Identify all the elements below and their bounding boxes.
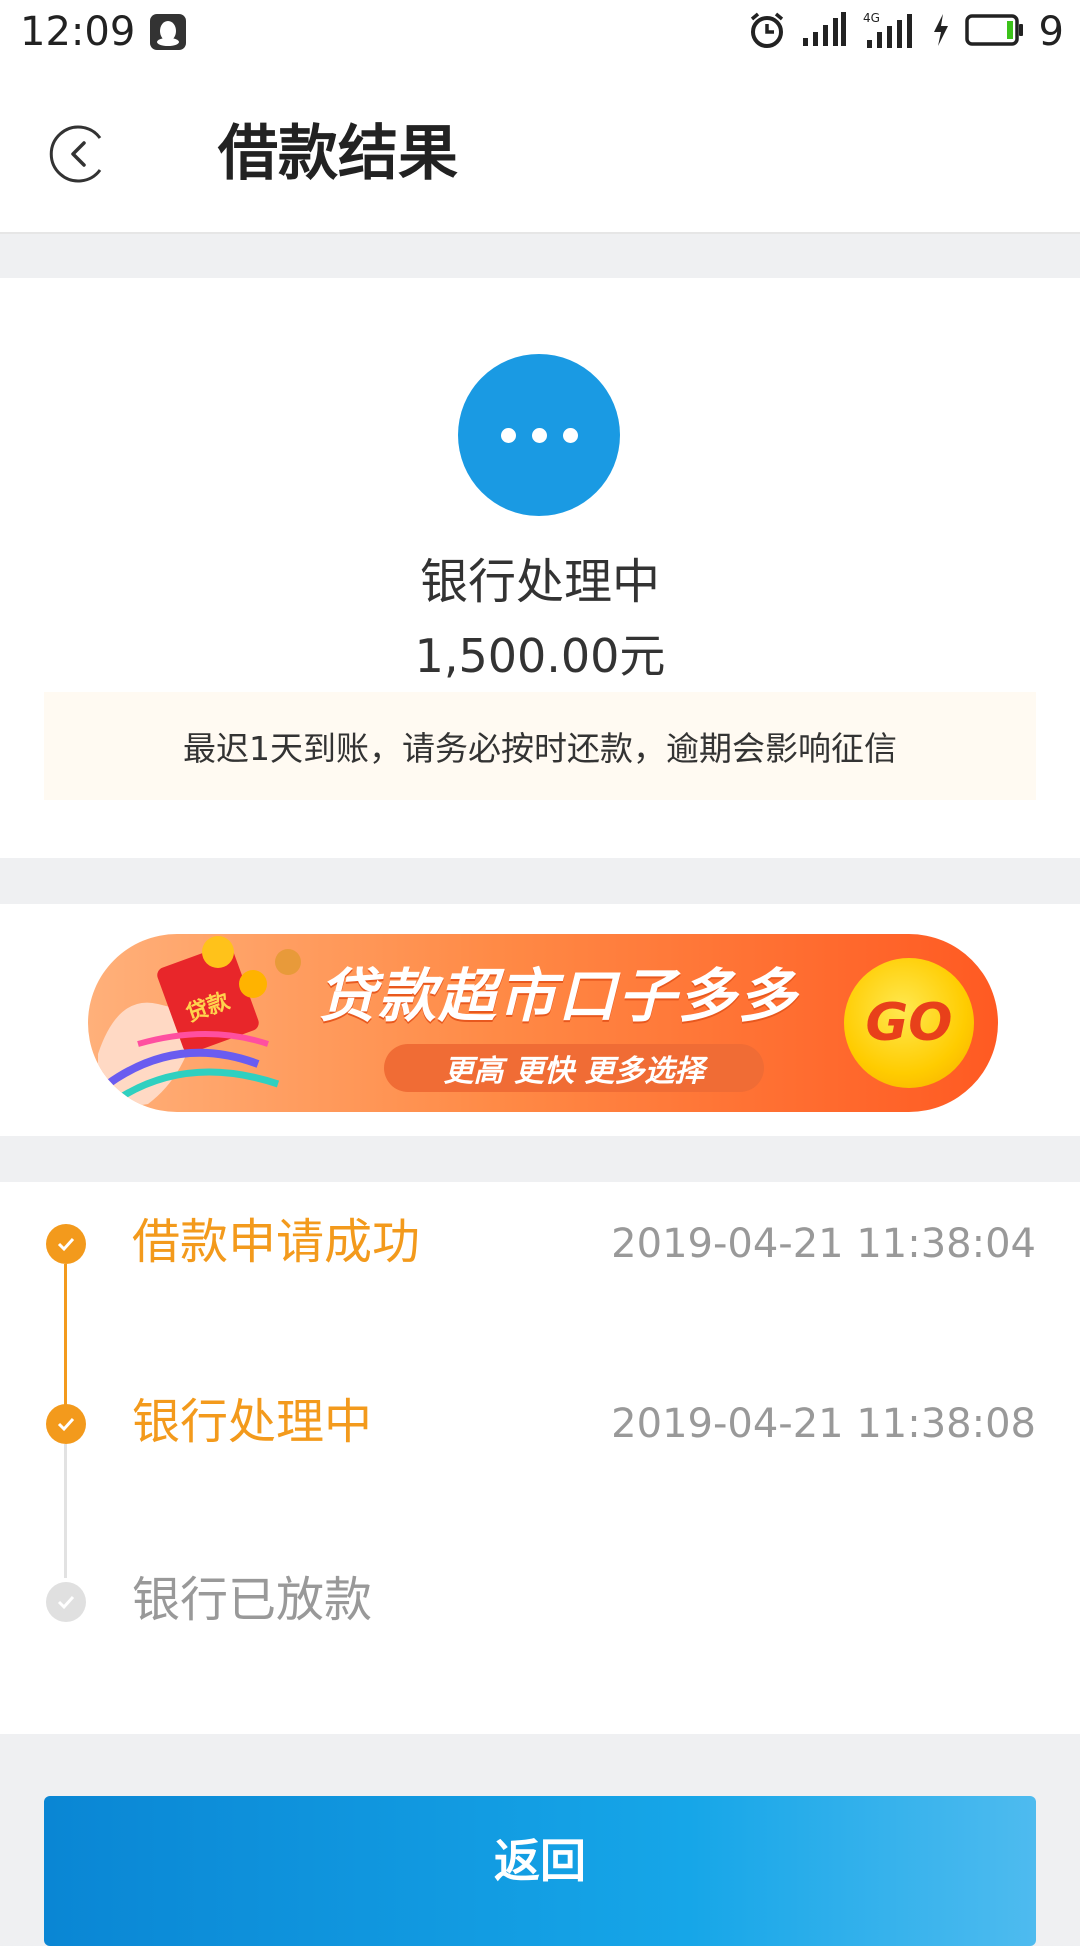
banner-section: 贷款 贷款超市口子多多 更高 更快 更多选择 GO [0,904,1080,1136]
status-bar: 12:09 4G 9 [0,0,1080,64]
step-time: 2019-04-21 11:38:04 [611,1221,1036,1267]
4g-signal-icon: 4G [861,10,917,54]
check-icon [46,1224,86,1264]
step-label: 银行处理中 [132,1394,373,1450]
timeline-line-pending [64,1444,67,1578]
chevron-left-circle-icon [49,125,102,183]
promo-banner[interactable]: 贷款 贷款超市口子多多 更高 更快 更多选择 GO [88,934,998,1112]
result-status: 银行处理中 [419,554,660,610]
status-time: 12:09 [20,9,136,55]
result-card: 银行处理中 1,500.00元 最迟1天到账，请务必按时还款，逾期会影响征信 [0,278,1080,858]
qq-icon [148,12,188,56]
notice-text: 最迟1天到账，请务必按时还款，逾期会影响征信 [183,729,897,768]
progress-timeline: 借款申请成功 2019-04-21 11:38:04 银行处理中 2019-04… [0,1182,1080,1734]
charging-icon [931,12,951,52]
banner-subtitle: 更高 更快 更多选择 [384,1044,764,1092]
timeline-step: 银行处理中 2019-04-21 11:38:08 [0,1382,1080,1462]
go-button[interactable]: GO [844,958,974,1088]
banner-title: 贷款超市口子多多 [318,962,799,1030]
nav-bar: 借款结果 [0,64,1080,234]
step-label: 借款申请成功 [132,1214,421,1270]
alarm-icon [747,10,787,54]
4g-label: 4G [863,11,880,25]
back-button[interactable] [48,122,112,186]
ellipsis-icon [458,354,620,516]
check-icon [46,1404,86,1444]
page-title: 借款结果 [218,119,458,189]
result-amount: 1,500.00元 [414,629,666,683]
battery-icon [964,13,1025,51]
check-icon [46,1582,86,1622]
step-time: 2019-04-21 11:38:08 [611,1401,1036,1447]
signal-icon [801,12,847,52]
money-hand-illustration: 贷款 [98,936,301,1112]
step-label: 银行已放款 [132,1572,373,1628]
return-button[interactable]: 返回 [44,1796,1036,1946]
battery-level-text: 9 [1038,9,1064,55]
status-right-icons: 4G 9 [747,8,1064,56]
timeline-step: 借款申请成功 2019-04-21 11:38:04 [0,1202,1080,1282]
timeline-step: 银行已放款 [0,1560,1080,1640]
notice-box: 最迟1天到账，请务必按时还款，逾期会影响征信 [44,692,1036,800]
